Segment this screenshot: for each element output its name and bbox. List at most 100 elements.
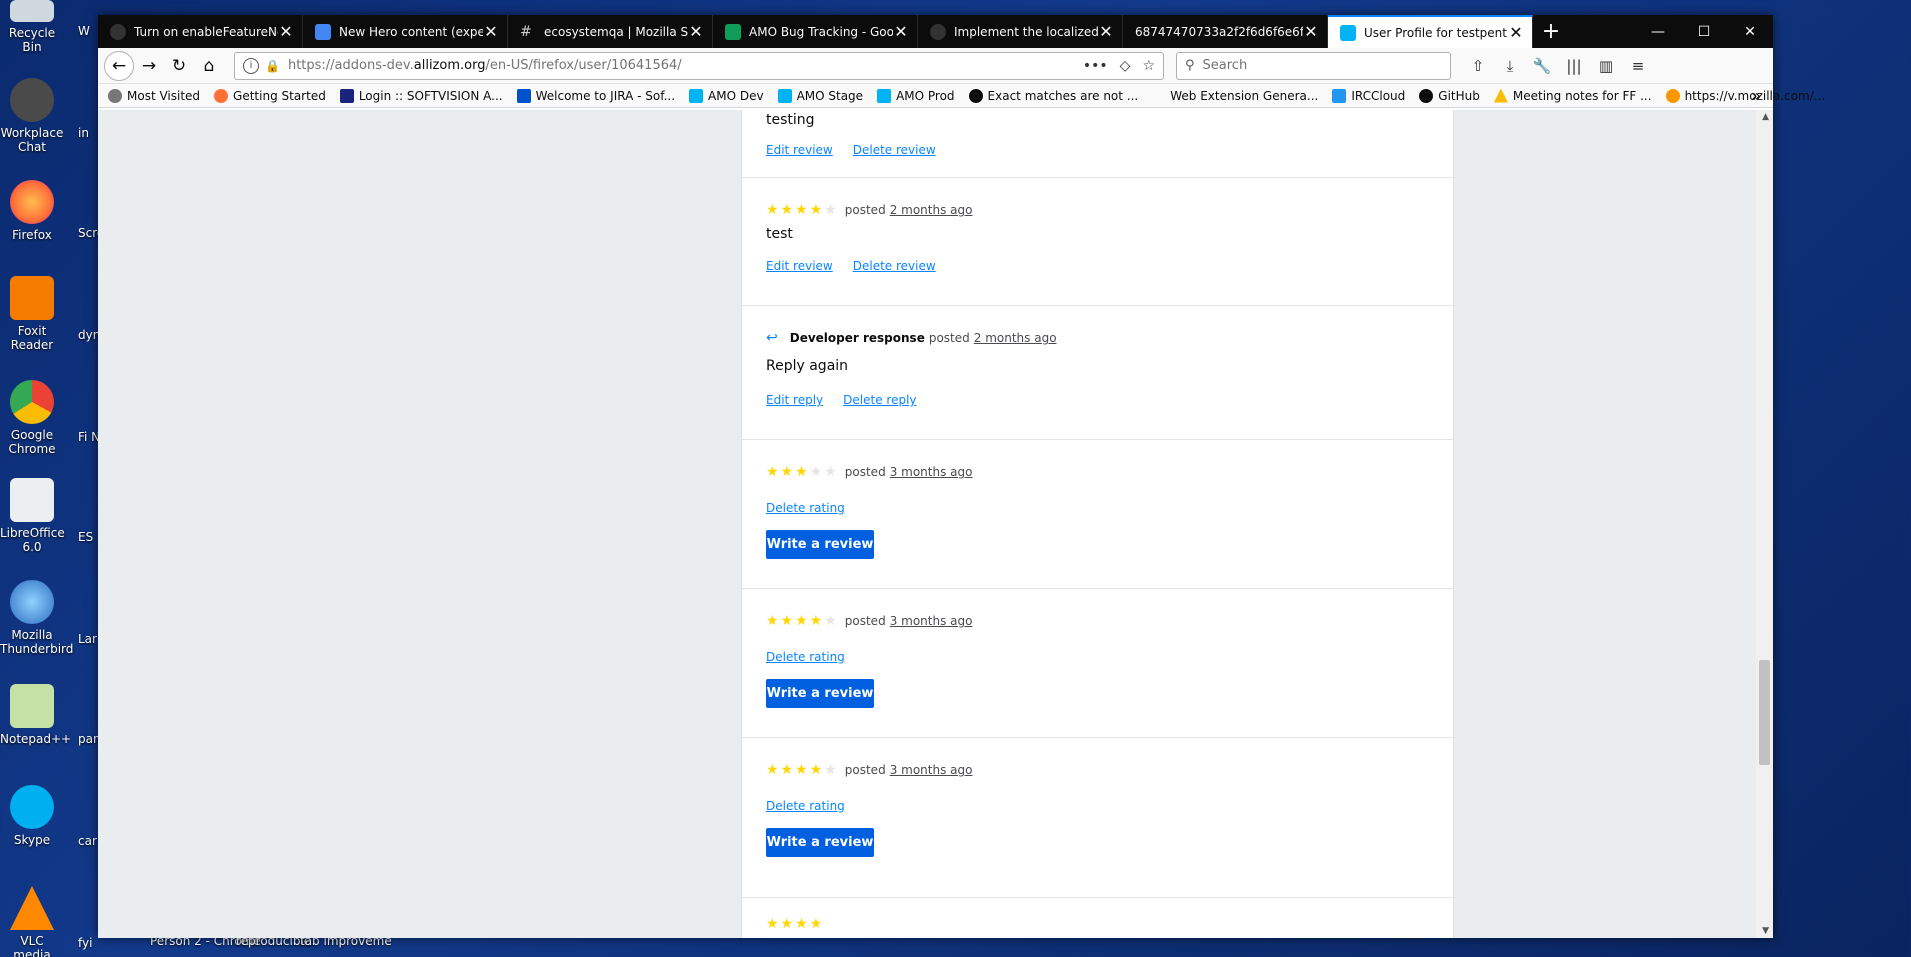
close-tab-icon[interactable]: ✕	[1098, 22, 1114, 41]
bookmark-item[interactable]: Exact matches are not ...	[968, 88, 1138, 103]
bookmark-item[interactable]: Most Visited	[108, 88, 200, 103]
reply-date-link[interactable]: 2 months ago	[974, 331, 1057, 345]
star-rating: ★★★★★	[766, 464, 839, 480]
desktop-label: dyna addit	[78, 328, 100, 342]
desktop-shortcut[interactable]: LibreOffice 6.0	[0, 478, 65, 554]
info-icon[interactable]: i	[243, 57, 259, 74]
rating-meta: ★★★★★ posted 3 months ago	[766, 464, 973, 480]
desktop-label: W	[78, 24, 90, 38]
desktop-label: Lar	[78, 632, 97, 646]
rating-date-link[interactable]: 3 months ago	[890, 465, 973, 479]
foxit-reader-icon	[10, 276, 54, 320]
delete-rating-link[interactable]: Delete rating	[766, 501, 845, 515]
reload-button[interactable]: ↻	[164, 51, 194, 81]
rating-date-link[interactable]: 3 months ago	[890, 763, 973, 777]
desktop-label: Fi N	[78, 430, 100, 444]
scroll-up-icon[interactable]: ▲	[1762, 112, 1769, 122]
desktop-label: para cann	[78, 732, 100, 746]
close-tab-icon[interactable]: ✕	[278, 22, 294, 41]
lock-icon[interactable]: 🔒	[265, 59, 280, 73]
library-icon[interactable]: |||	[1563, 57, 1585, 75]
delete-rating-link[interactable]: Delete rating	[766, 650, 845, 664]
tab[interactable]: Implement the localized te✕	[918, 15, 1123, 48]
tab[interactable]: 68747470733a2f2f6d6f6e6f736✕	[1123, 15, 1328, 48]
minimize-button[interactable]: —	[1635, 15, 1681, 48]
desktop-shortcut[interactable]: Foxit Reader	[0, 276, 64, 352]
edit-review-link[interactable]: Edit review	[766, 143, 833, 157]
desktop-shortcut[interactable]: VLC media player	[0, 886, 64, 957]
wrench-icon[interactable]: 🔧	[1531, 57, 1553, 75]
bookmark-star-icon[interactable]: ☆	[1142, 58, 1155, 74]
hamburger-menu-icon[interactable]: ≡	[1627, 57, 1649, 75]
desktop-shortcut[interactable]: Recycle Bin	[0, 0, 64, 54]
bookmark-item[interactable]: Welcome to JIRA - Sof...	[516, 88, 675, 103]
write-review-button[interactable]: Write a review	[766, 679, 874, 708]
desktop-shortcut[interactable]: Firefox	[0, 180, 64, 242]
downloads-save-icon[interactable]: ⇧	[1467, 57, 1489, 75]
google-sheets-favicon-icon	[725, 23, 741, 40]
edit-reply-link[interactable]: Edit reply	[766, 393, 823, 407]
desktop-shortcut[interactable]: Workplace Chat	[0, 78, 64, 154]
back-button[interactable]: ←	[104, 50, 134, 81]
maximize-button[interactable]: ☐	[1681, 15, 1727, 48]
tab[interactable]: AMO Bug Tracking - Goog ✕	[713, 15, 918, 48]
chrome-icon	[10, 380, 54, 424]
bookmark-item[interactable]: https://v.mozilla.com/...	[1665, 88, 1825, 103]
close-tab-icon[interactable]: ✕	[1508, 23, 1524, 42]
pocket-icon[interactable]: ◇	[1120, 58, 1131, 74]
desktop-shortcut[interactable]: Skype	[0, 785, 64, 847]
desktop-shortcut[interactable]: Mozilla Thunderbird	[0, 580, 73, 656]
url-bar[interactable]: i 🔒 https://addons-dev.allizom.org/en-US…	[234, 51, 1164, 80]
search-input[interactable]: ⚲ Search	[1176, 51, 1451, 80]
write-review-button[interactable]: Write a review	[766, 530, 874, 559]
tab[interactable]: New Hero content (experin✕	[303, 15, 508, 48]
desktop-shortcut[interactable]: Notepad++	[0, 684, 71, 746]
delete-reply-link[interactable]: Delete reply	[843, 393, 916, 407]
bookmark-item[interactable]: AMO Stage	[777, 88, 863, 103]
bookmark-item[interactable]: IRCCloud	[1332, 88, 1405, 103]
google-docs-favicon-icon	[315, 23, 331, 40]
bookmark-item[interactable]: AMO Prod	[877, 88, 955, 103]
github-favicon-icon	[930, 23, 946, 40]
url-text[interactable]: https://addons-dev.allizom.org/en-US/fir…	[288, 58, 1083, 73]
review-date-link[interactable]: 2 months ago	[890, 203, 973, 217]
amo-favicon-icon	[1340, 24, 1356, 41]
notepadpp-icon	[10, 684, 54, 728]
close-tab-icon[interactable]: ✕	[483, 22, 499, 41]
page-scrollbar[interactable]: ▲ ▼	[1756, 110, 1773, 938]
review-meta: ★★★★★ posted 2 months ago	[766, 202, 973, 218]
tab[interactable]: Turn on enableFeatureNew✕	[98, 15, 303, 48]
delete-review-link[interactable]: Delete review	[853, 143, 936, 157]
tab-active[interactable]: User Profile for testpentrulo✕	[1328, 15, 1533, 48]
close-tab-icon[interactable]: ✕	[893, 22, 909, 41]
rating-item: ★★★★★ posted 3 months ago Delete rating W…	[742, 738, 1455, 898]
bookmark-item[interactable]: AMO Dev	[689, 88, 764, 103]
bookmark-item[interactable]: Meeting notes for FF ...	[1493, 88, 1652, 103]
github-icon	[968, 88, 983, 103]
delete-rating-link[interactable]: Delete rating	[766, 799, 845, 813]
download-icon[interactable]: ⤓	[1499, 57, 1521, 75]
new-tab-button[interactable]: +	[1533, 15, 1569, 48]
edit-review-link[interactable]: Edit review	[766, 259, 833, 273]
page-actions-icon[interactable]: •••	[1083, 58, 1108, 74]
write-review-button[interactable]: Write a review	[766, 828, 874, 857]
scroll-down-icon[interactable]: ▼	[1762, 926, 1769, 936]
sidebar-icon[interactable]: ▥	[1595, 57, 1617, 75]
desktop: Recycle Bin Workplace Chat Firefox Foxit…	[0, 0, 100, 957]
bookmark-item[interactable]: Getting Started	[214, 88, 326, 103]
forward-button[interactable]: →	[134, 51, 164, 81]
delete-review-link[interactable]: Delete review	[853, 259, 936, 273]
desktop-shortcut[interactable]: Google Chrome	[0, 380, 64, 456]
bookmark-item[interactable]: Login :: SOFTVISION A...	[339, 88, 503, 103]
tab[interactable]: #ecosystemqa | Mozilla Slac✕	[508, 15, 713, 48]
scrollbar-thumb[interactable]	[1759, 660, 1770, 765]
amo-icon	[689, 88, 704, 103]
close-window-button[interactable]: ✕	[1727, 15, 1773, 48]
rating-date-link[interactable]: 3 months ago	[890, 614, 973, 628]
home-button[interactable]: ⌂	[194, 51, 224, 81]
close-tab-icon[interactable]: ✕	[1303, 22, 1319, 41]
bookmark-item[interactable]: Web Extension Genera...	[1170, 89, 1318, 103]
bookmarks-overflow-icon[interactable]: »	[1751, 86, 1761, 105]
bookmark-item[interactable]: GitHub	[1419, 88, 1480, 103]
close-tab-icon[interactable]: ✕	[688, 22, 704, 41]
